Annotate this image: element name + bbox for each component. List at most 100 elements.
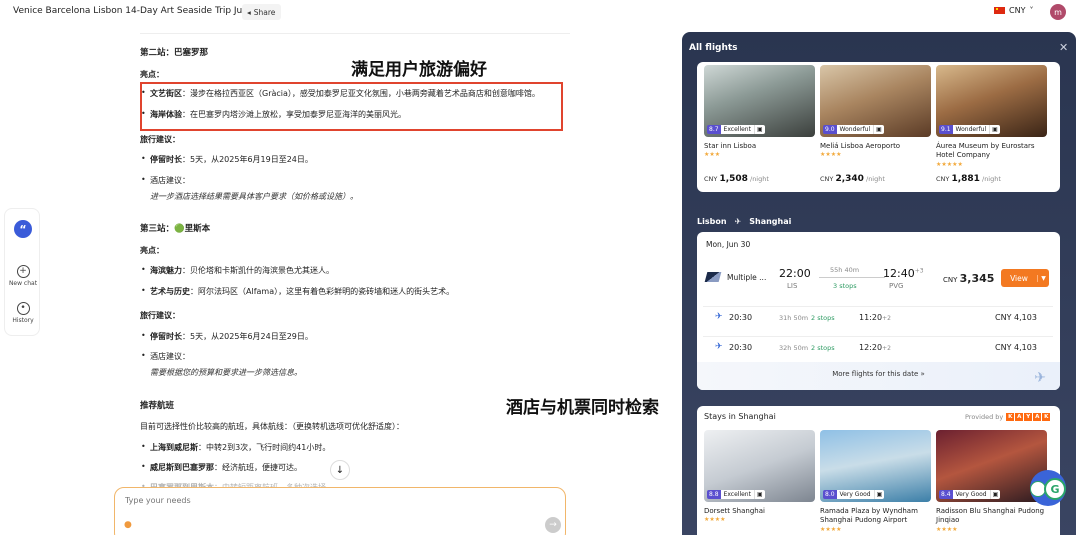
view-label: View [1010, 273, 1028, 283]
list-item: 酒店建议： [140, 175, 190, 186]
microphone-icon[interactable]: ● [124, 520, 132, 530]
flight-line [819, 277, 885, 278]
list-item: 酒店建议： [140, 351, 190, 362]
list-item: 上海到威尼斯：中转2到3次，飞行时间约41小时。 [140, 442, 330, 453]
flight-stops: 3 stops [833, 282, 857, 290]
history-button[interactable]: • History [5, 302, 41, 324]
arr-time: 12:40+3 [883, 267, 924, 280]
kayak-logo: KAYAK [1006, 413, 1051, 421]
hotel-stars: ★★★ [704, 151, 721, 159]
tv-icon: ▣ [873, 125, 884, 134]
advice-heading: 旅行建议： [140, 135, 180, 144]
tv-icon: ▣ [753, 125, 765, 134]
route-header: Lisbon ✈ Shanghai [697, 217, 791, 226]
dep-time: 22:00 [779, 267, 811, 280]
hotel-card[interactable]: 8.7 Excellent ▣ Star inn Lisboa ★★★ [704, 65, 815, 158]
tv-icon: ▣ [873, 490, 885, 499]
hotel-name: Dorsett Shanghai [704, 507, 765, 515]
hotel-price: CNY 1,881 /night [936, 174, 1001, 184]
row-price: CNY 4,103 [995, 343, 1037, 352]
tv-icon: ▣ [753, 490, 765, 499]
hotel-note: 进一步酒店选择结果需要具体客户要求（如价格或设施）。 [150, 192, 358, 201]
new-chat-button[interactable]: + New chat [5, 265, 41, 287]
lisbon-hotels: 8.7 Excellent ▣ Star inn Lisboa ★★★ 9.0 Won… [697, 62, 1060, 192]
hotel-name: Ramada Plaza by Wyndham Shanghai Pudong A… [820, 507, 918, 525]
china-flag-icon [994, 7, 1005, 14]
provided-by: Provided by KAYAK [965, 413, 1051, 421]
flights-card: Mon, Jun 30 Multiple ... 22:00 LIS 55h 4… [697, 232, 1060, 390]
rating-badge: 8.0 Very Good ▣ [823, 490, 885, 499]
avatar[interactable]: m [1050, 4, 1066, 20]
flight-row[interactable]: ✈ 20:30 32h 50m 2 stops 12:20+2 CNY 4,10… [703, 336, 1053, 358]
share-icon: ◂ [247, 7, 251, 17]
flights-heading: 推荐航班 [140, 401, 175, 411]
send-button[interactable]: → [545, 517, 561, 533]
flight-duration: 55h 40m [830, 266, 860, 274]
route-from: Lisbon [697, 217, 727, 226]
list-item: 停留时长：5天，从2025年6月24日至29日。 [140, 331, 313, 342]
plane-icon: ✈ [1034, 370, 1046, 386]
highlights-heading: 亮点： [140, 246, 164, 255]
flight-date: Mon, Jun 30 [706, 240, 751, 249]
chat-input[interactable] [125, 496, 425, 505]
plane-icon: ✈ [715, 342, 723, 352]
hotel-note: 需要根据您的预算和要求进一步筛选信息。 [150, 368, 302, 377]
share-label: Share [253, 7, 276, 17]
hotel-card[interactable]: 8.0 Very Good ▣ Ramada Plaza by Wyndham Sha… [820, 430, 931, 533]
dep-code: LIS [787, 282, 798, 290]
airline-logo-icon [704, 272, 722, 282]
flights-panel: All flights ✕ 8.7 Excellent ▣ Star inn Lis… [682, 32, 1076, 535]
hotel-price: CNY 1,508 /night [704, 174, 769, 184]
hotel-photo: 8.0 Very Good ▣ [820, 430, 931, 502]
hotel-name: Star inn Lisboa [704, 142, 757, 150]
hotel-stars: ★★★★ [936, 525, 958, 533]
hotel-photo: 9.0 Wonderful ▣ [820, 65, 931, 137]
view-button[interactable]: View ▼ [1001, 269, 1049, 287]
list-item: 海滨魅力：贝伦塔和卡斯凯什的海滨景色尤其迷人。 [140, 265, 334, 276]
currency-selector[interactable]: CNY ˅ [994, 6, 1033, 15]
hotel-stars: ★★★★ [820, 525, 842, 533]
plane-icon: ✈ [734, 217, 742, 226]
hotel-photo: 8.8 Excellent ▣ [704, 430, 815, 502]
scroll-down-button[interactable]: ↓ [330, 460, 350, 480]
annotation-search: 酒店与机票同时检索 [506, 398, 659, 418]
rating-badge: 8.7 Excellent ▣ [707, 125, 765, 134]
close-icon[interactable]: ✕ [1059, 41, 1068, 54]
highlight-box [140, 82, 563, 131]
hotel-name: Meliá Lisboa Aeroporto [820, 142, 901, 150]
panel-title: All flights [689, 43, 738, 53]
hotel-stars: ★★★★★ [936, 160, 963, 168]
airline-name: Multiple ... [727, 273, 767, 282]
hotel-stars: ★★★★ [704, 516, 726, 524]
clock-icon: • [16, 302, 30, 315]
new-chat-label: New chat [8, 280, 38, 287]
rating-badge: 8.8 Excellent ▣ [707, 490, 765, 499]
tv-icon: ▣ [989, 490, 1001, 499]
annotation-preference: 满足用户旅游偏好 [351, 60, 487, 80]
grammarly-icon[interactable]: G [1044, 478, 1066, 500]
hotel-card[interactable]: 9.1 Wonderful ▣ Áurea Museum by Eurostars H… [936, 65, 1047, 168]
advice-heading: 旅行建议： [140, 311, 180, 320]
route-to: Shanghai [749, 217, 792, 226]
chevron-down-icon: ˅ [1029, 6, 1034, 15]
more-flights-link[interactable]: More flights for this date » ✈ [697, 362, 1060, 390]
flight-row[interactable]: ✈ 20:30 31h 50m 2 stops 11:20+2 CNY 4,10… [703, 306, 1053, 328]
share-button[interactable]: ◂ Share [242, 4, 282, 20]
app-logo-icon[interactable]: “ [14, 220, 32, 238]
hotel-photo: 8.7 Excellent ▣ [704, 65, 815, 137]
plane-icon: ✈ [715, 312, 723, 322]
currency-label: CNY [1009, 6, 1026, 15]
chat-input-box[interactable]: ● → [114, 487, 566, 535]
stop2-title: 第二站：巴塞罗那 [140, 48, 209, 58]
top-bar: Venice Barcelona Lisbon 14-Day Art Seasi… [0, 0, 1080, 26]
arrow-right-icon: → [549, 520, 557, 530]
mini-sidebar: “ + New chat • History [4, 208, 40, 336]
main-price: CNY 3,345 [943, 272, 995, 285]
hotel-name: Áurea Museum by Eurostars Hotel Company [936, 142, 1035, 160]
hotel-card[interactable]: 8.8 Excellent ▣ Dorsett Shanghai ★★★★ [704, 430, 815, 523]
arr-code: PVG [889, 282, 904, 290]
stop3-title: 第三站：🟢里斯本 [140, 224, 211, 234]
chevron-down-icon[interactable]: ▼ [1037, 274, 1049, 282]
hotel-card[interactable]: 9.0 Wonderful ▣ Meliá Lisboa Aeroporto ★★★… [820, 65, 931, 158]
flights-intro: 目前可选择性价比较高的航班，具体航线：（更换转机选项可优化舒适度）： [140, 422, 404, 431]
